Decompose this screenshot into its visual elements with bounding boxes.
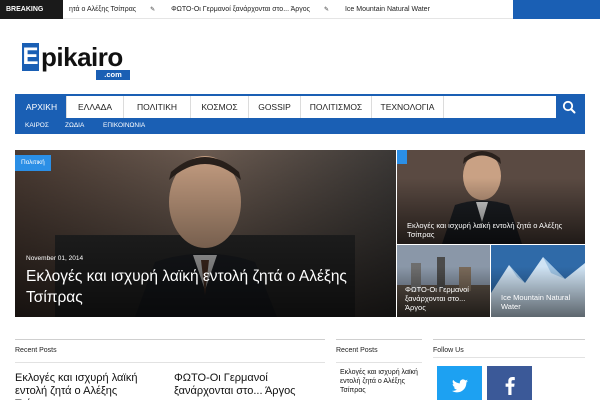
follow-us-heading: Follow Us [433,339,585,354]
subnav-item-weather[interactable]: ΚΑΙΡΟΣ [25,118,49,134]
breaking-news-controls[interactable] [513,0,600,19]
nav-item-world[interactable]: ΚΟΣΜΟΣ [191,96,249,118]
breaking-news-item[interactable]: ΦΩΤΟ-Οι Γερμανοί ξανάρχονται στο... Άργο… [165,0,310,19]
subnav-item-contact[interactable]: ΕΠΙΚΟΙΝΩΝΙΑ [103,118,145,134]
facebook-button[interactable] [487,366,532,400]
logo-text: pikairo [41,42,123,72]
main-navigation: ΑΡΧΙΚΗ ΕΛΛΑΔΑ ΠΟΛΙΤΙΚΗ ΚΟΣΜΟΣ GOSSIP ΠΟΛ… [15,94,585,118]
sub-navigation: ΚΑΙΡΟΣ ΖΩΔΙΑ ΕΠΙΚΟΙΝΩΝΙΑ [15,118,585,134]
hero-main-post[interactable]: Πολιτική November 01, 2014 Εκλογές και ι… [15,150,396,317]
hero-side-top-title[interactable]: Εκλογές και ισχυρή λαϊκή εντολή ζητά ο Α… [407,221,567,239]
logo-initial: E [22,43,39,71]
logo-suffix: .com [96,70,130,80]
hero-side-post-top[interactable]: Εκλογές και ισχυρή λαϊκή εντολή ζητά ο Α… [397,150,585,244]
recent-post-title[interactable]: ΦΩΤΟ-Οι Γερμανοί ξανάρχονται στο... Άργο… [174,372,319,398]
breaking-news-item[interactable]: Ice Mountain Natural Water [339,0,430,19]
divider [15,362,325,363]
breaking-news-bar: BREAKING NEWS ητά ο Αλέξης Τσίπρας ✎ ΦΩΤ… [0,0,600,32]
hero-side-br-title[interactable]: Ice Mountain Natural Water [501,293,581,311]
recent-posts-heading: Recent Posts [15,339,325,354]
search-button[interactable] [556,96,583,118]
nav-item-politics[interactable]: ΠΟΛΙΤΙΚΗ [124,96,191,118]
page: BREAKING NEWS ητά ο Αλέξης Τσίπρας ✎ ΦΩΤ… [0,0,600,400]
nav-item-gossip[interactable]: GOSSIP [249,96,301,118]
facebook-icon [505,377,515,395]
breaking-news-label: BREAKING NEWS [0,0,63,32]
nav-item-technology[interactable]: ΤΕΧΝΟΛΟΓΙΑ [372,96,444,118]
post-date: November 01, 2014 [26,255,84,262]
nav-item-home[interactable]: ΑΡΧΙΚΗ [17,96,67,118]
twitter-button[interactable] [437,366,482,400]
divider [336,362,422,363]
twitter-icon [451,379,468,393]
divider [433,357,585,358]
recent-post-title[interactable]: Εκλογές και ισχυρή λαϊκή εντολή ζητά ο Α… [15,372,160,400]
hero-side-bl-title[interactable]: ΦΩΤΟ-Οι Γερμανοί ξανάρχονται στο... Άργο… [405,285,485,312]
recent-posts-heading: Recent Posts [336,339,422,354]
search-icon [562,100,576,114]
hero-side-post-bottom-left[interactable]: ΦΩΤΟ-Οι Γερμανοί ξανάρχονται στο... Άργο… [397,245,490,317]
breaking-news-item[interactable]: ητά ο Αλέξης Τσίπρας [63,0,136,19]
recent-post-title[interactable]: Εκλογές και ισχυρή λαϊκή εντολή ζητά ο Α… [340,368,420,395]
nav-item-greece[interactable]: ΕΛΛΑΔΑ [67,96,124,118]
breaking-news-ticker: ητά ο Αλέξης Τσίπρας ✎ ΦΩΤΟ-Οι Γερμανοί … [63,0,513,19]
category-badge[interactable]: Πολιτική [15,155,51,171]
hero-side-post-bottom-right[interactable]: Ice Mountain Natural Water [491,245,585,317]
hero-main-title[interactable]: Εκλογές και ισχυρή λαϊκή εντολή ζητά ο Α… [26,266,386,308]
subnav-item-zodiac[interactable]: ΖΩΔΙΑ [65,118,84,134]
pin-icon: ✎ [323,7,329,13]
nav-item-culture[interactable]: ΠΟΛΙΤΙΣΜΟΣ [301,96,372,118]
pin-icon: ✎ [150,7,156,13]
